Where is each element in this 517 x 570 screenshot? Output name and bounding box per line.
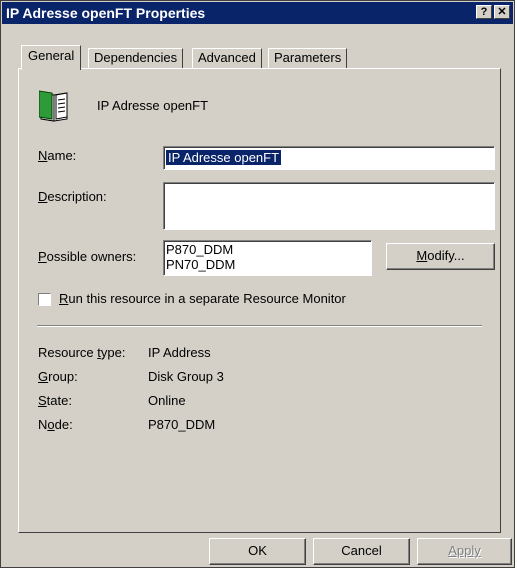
name-value: IP Adresse openFT	[166, 150, 282, 165]
list-item[interactable]: PN70_DDM	[166, 257, 235, 272]
apply-button[interactable]: Apply	[417, 538, 512, 565]
ok-button[interactable]: OK	[209, 538, 306, 565]
description-field[interactable]	[163, 182, 495, 230]
name-field[interactable]: IP Adresse openFT	[163, 146, 495, 170]
general-tab-panel: IP Adresse openFT Name: IP Adresse openF…	[18, 68, 501, 533]
list-item[interactable]: P870_DDM	[166, 242, 233, 257]
possible-owners-label: Possible owners:	[38, 249, 137, 264]
separate-monitor-checkbox[interactable]	[38, 293, 51, 306]
description-label: Description:	[38, 189, 107, 204]
resource-type-label: Resource type:	[38, 345, 126, 360]
cancel-button[interactable]: Cancel	[313, 538, 410, 565]
node-label: Node:	[38, 417, 73, 432]
separate-monitor-label[interactable]: Run this resource in a separate Resource…	[59, 291, 346, 306]
close-icon: ✕	[497, 6, 507, 18]
group-label: Group:	[38, 369, 78, 384]
close-button[interactable]: ✕	[494, 5, 510, 19]
possible-owners-list[interactable]: P870_DDM PN70_DDM	[163, 240, 372, 276]
name-label: Name:	[38, 148, 77, 163]
book-icon	[38, 88, 69, 122]
title-bar[interactable]: IP Adresse openFT Properties ? ✕	[2, 2, 513, 24]
properties-dialog: IP Adresse openFT Properties ? ✕ General…	[0, 0, 515, 568]
tab-advanced[interactable]: Advanced	[192, 48, 262, 69]
tab-general[interactable]: General	[21, 45, 82, 70]
resource-type-value: IP Address	[148, 345, 211, 360]
state-value: Online	[148, 393, 186, 408]
group-value: Disk Group 3	[148, 369, 224, 384]
state-label: State:	[38, 393, 72, 408]
tab-parameters[interactable]: Parameters	[268, 48, 348, 69]
node-value: P870_DDM	[148, 417, 216, 432]
resource-heading: IP Adresse openFT	[97, 98, 209, 113]
help-button[interactable]: ?	[476, 5, 492, 19]
window-title: IP Adresse openFT Properties	[6, 5, 206, 21]
modify-button[interactable]: Modify...	[386, 243, 495, 270]
tab-dependencies[interactable]: Dependencies	[88, 48, 184, 69]
separator	[37, 325, 482, 327]
